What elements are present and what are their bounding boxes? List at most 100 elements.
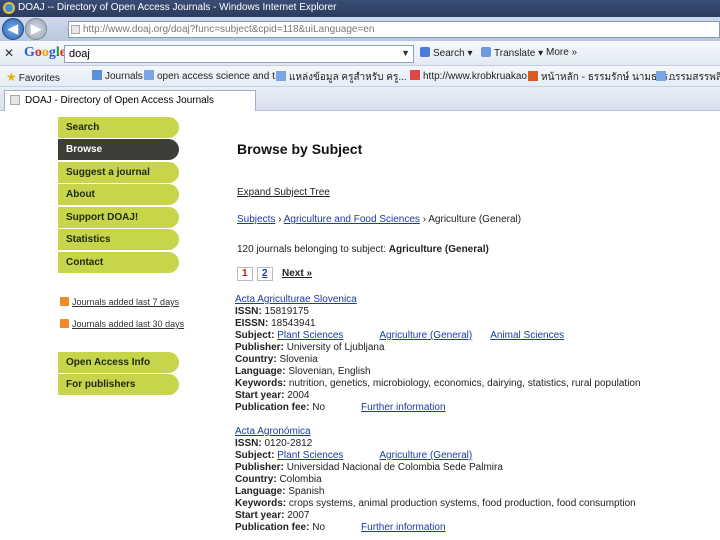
favorite-label: http://www.krobkruakao — [423, 71, 527, 82]
close-toolbar-icon[interactable]: ✕ — [4, 46, 14, 60]
publisher-value: University of Ljubljana — [286, 342, 385, 353]
subject-link[interactable]: Plant Sciences — [277, 450, 343, 461]
address-bar-row: ◀ ▶ http://www.doaj.org/doaj?func=subjec… — [0, 17, 720, 41]
favorites-label: Favorites — [18, 73, 60, 84]
favorite-item[interactable]: แหล่งข้อมูล ครูสำหรับ ครู... — [276, 70, 407, 85]
menu-item-suggest[interactable]: Suggest a journal — [58, 162, 179, 183]
favorites-button[interactable]: ★ Favorites — [6, 70, 60, 84]
start-year-label: Start year: — [235, 510, 285, 521]
favorite-item[interactable]: กรรมสรรพสิ... — [656, 70, 720, 85]
keywords-label: Keywords: — [235, 498, 287, 509]
fee-value: No — [312, 402, 326, 413]
favorite-item[interactable]: http://www.krobkruakao — [410, 70, 527, 82]
google-search-label: Search — [433, 48, 465, 59]
star-icon: ★ — [6, 70, 17, 84]
issn-value: 15819175 — [264, 306, 309, 317]
forward-button[interactable]: ▶ — [25, 18, 47, 40]
google-search-button[interactable]: Search ▾ — [420, 47, 473, 59]
keywords-value: crops systems, animal production systems… — [288, 498, 636, 509]
page-icon — [410, 70, 420, 80]
rss-label: Journals added last 30 days — [72, 319, 185, 329]
favorite-item[interactable]: Journals — [92, 70, 143, 82]
favorite-label: แหล่งข้อมูล ครูสำหรับ ครู... — [289, 72, 407, 83]
ie-page-icon — [656, 71, 666, 81]
issn-label: ISSN: — [235, 306, 262, 317]
breadcrumb-separator: › — [278, 214, 282, 225]
menu-item-browse[interactable]: Browse — [58, 139, 179, 160]
page-2-link[interactable]: 2 — [257, 267, 273, 281]
journal-title-link[interactable]: Acta Agronómica — [235, 426, 705, 438]
language-value: Slovenian, English — [288, 366, 371, 377]
back-button[interactable]: ◀ — [2, 18, 24, 40]
window-title: DOAJ -- Directory of Open Access Journal… — [18, 2, 337, 13]
ie-page-icon — [144, 70, 154, 80]
favorite-label: open access science and t... — [157, 71, 284, 82]
search-icon — [420, 47, 430, 57]
favorite-label: กรรมสรรพสิ... — [669, 72, 720, 83]
subject-label: Subject: — [235, 450, 275, 461]
translate-label: Translate — [494, 48, 536, 59]
google-search-value: doaj — [69, 48, 90, 60]
rss-icon — [60, 319, 69, 328]
favorite-item[interactable]: open access science and t... — [144, 70, 283, 82]
breadcrumb-current: Agriculture (General) — [428, 214, 522, 225]
publisher-label: Publisher: — [235, 342, 284, 353]
fee-label: Publication fee: — [235, 402, 310, 413]
next-page-link[interactable]: Next » — [282, 268, 312, 279]
favorite-item[interactable]: หน้าหลัก - ธรรมรักษ์ นามธรร... — [528, 70, 676, 85]
journal-count: 120 journals belonging to subject: Agric… — [237, 244, 489, 255]
menu-item-contact[interactable]: Contact — [58, 252, 179, 273]
journal-title-link[interactable]: Acta Agriculturae Slovenica — [235, 294, 705, 306]
translate-icon — [481, 47, 491, 57]
further-information-link[interactable]: Further information — [361, 402, 445, 413]
journal-count-subject: Agriculture (General) — [388, 244, 489, 255]
menu-item-statistics[interactable]: Statistics — [58, 229, 179, 250]
google-logo: Google — [24, 45, 66, 60]
page-content: Search Browse Suggest a journal About Su… — [0, 111, 720, 540]
url-input[interactable]: http://www.doaj.org/doaj?func=subject&cp… — [68, 21, 720, 38]
keywords-label: Keywords: — [235, 378, 287, 389]
tab-favicon-icon — [10, 95, 20, 105]
menu-item-open-access-info[interactable]: Open Access Info — [58, 352, 179, 373]
publisher-value: Universidad Nacional de Colombia Sede Pa… — [286, 462, 503, 473]
google-search-input[interactable]: doaj ▼ — [64, 45, 414, 63]
google-toolbar: ✕ Google doaj ▼ Search ▾ Translate ▾ Mor… — [0, 41, 720, 66]
menu-item-support[interactable]: Support DOAJ! — [58, 207, 179, 228]
search-dropdown-icon[interactable]: ▼ — [401, 48, 410, 58]
language-label: Language: — [235, 366, 286, 377]
window-titlebar: DOAJ -- Directory of Open Access Journal… — [0, 0, 720, 17]
fee-label: Publication fee: — [235, 522, 310, 533]
expand-subject-tree-link[interactable]: Expand Subject Tree — [237, 187, 330, 198]
translate-button[interactable]: Translate ▾ — [481, 47, 543, 59]
start-year-value: 2007 — [287, 510, 310, 521]
rss-label: Journals added last 7 days — [72, 297, 180, 307]
rss-icon — [60, 297, 69, 306]
subject-label: Subject: — [235, 330, 275, 341]
further-information-link[interactable]: Further information — [361, 522, 445, 533]
keywords-value: nutrition, genetics, microbiology, econo… — [288, 378, 641, 389]
subject-link[interactable]: Plant Sciences — [277, 330, 343, 341]
rss-link-7-days[interactable]: Journals added last 7 days — [60, 297, 179, 307]
menu-item-search[interactable]: Search — [58, 117, 179, 138]
country-label: Country: — [235, 474, 277, 485]
browser-tab[interactable]: DOAJ - Directory of Open Access Journals — [4, 90, 256, 111]
url-text: http://www.doaj.org/doaj?func=subject&cp… — [83, 24, 375, 35]
more-button[interactable]: More » — [546, 47, 577, 58]
journal-record: Acta Agronómica ISSN: 0120-2812 Subject:… — [235, 426, 705, 534]
page-icon — [92, 70, 102, 80]
site-favicon-icon — [71, 25, 80, 34]
ie-page-icon — [276, 71, 286, 81]
issn-value: 0120-2812 — [264, 438, 313, 449]
subject-link[interactable]: Agriculture (General) — [379, 450, 472, 461]
page-1-current: 1 — [237, 267, 253, 281]
subject-link[interactable]: Animal Sciences — [490, 330, 564, 341]
journal-count-text: 120 journals belonging to subject: — [237, 244, 386, 255]
breadcrumb-subjects[interactable]: Subjects — [237, 214, 275, 225]
breadcrumb-agriculture-food[interactable]: Agriculture and Food Sciences — [284, 214, 420, 225]
rss-link-30-days[interactable]: Journals added last 30 days — [60, 319, 184, 329]
country-value: Slovenia — [279, 354, 318, 365]
menu-item-about[interactable]: About — [58, 184, 179, 205]
menu-item-for-publishers[interactable]: For publishers — [58, 374, 179, 395]
subject-link[interactable]: Agriculture (General) — [379, 330, 472, 341]
breadcrumb: Subjects › Agriculture and Food Sciences… — [237, 214, 521, 225]
